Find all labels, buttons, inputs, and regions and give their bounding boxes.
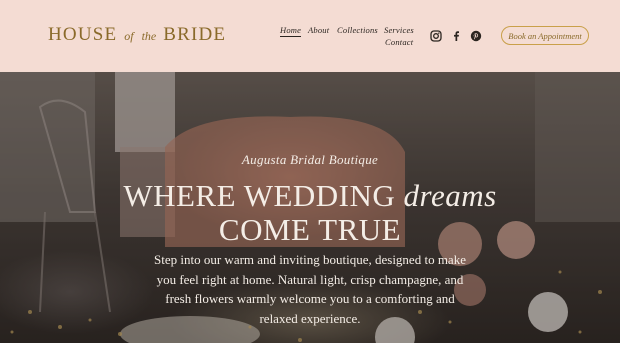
hero-section: Augusta Bridal Boutique WHERE WEDDING dr…	[0, 72, 620, 343]
book-appointment-button[interactable]: Book an Appointment	[501, 26, 589, 45]
logo-word-of: of	[124, 29, 134, 43]
hero-body-text: Step into our warm and inviting boutique…	[154, 252, 466, 326]
nav-home[interactable]: Home	[280, 25, 302, 37]
instagram-icon[interactable]	[430, 30, 442, 42]
nav-collections[interactable]: Collections	[337, 25, 378, 35]
site-header: HOUSE of the BRIDE Home About Collection…	[0, 0, 620, 72]
logo-word-the: the	[141, 29, 157, 43]
headline-line1: WHERE WEDDING	[123, 178, 396, 213]
headline-line2: COME TRUE	[218, 212, 402, 247]
nav-about[interactable]: About	[308, 25, 329, 35]
pinterest-icon[interactable]	[470, 30, 482, 42]
hero-headline: WHERE WEDDING dreams COME TRUE	[0, 179, 620, 247]
nav-contact[interactable]: Contact	[385, 37, 413, 47]
headline-emphasis: dreams	[403, 178, 497, 213]
nav-services[interactable]: Services	[384, 25, 414, 35]
site-logo[interactable]: HOUSE of the BRIDE	[48, 24, 226, 46]
logo-word-bride: BRIDE	[163, 24, 227, 45]
logo-word-house: HOUSE	[48, 24, 118, 45]
facebook-icon[interactable]	[450, 30, 462, 42]
hero-tagline: Augusta Bridal Boutique	[241, 152, 379, 167]
